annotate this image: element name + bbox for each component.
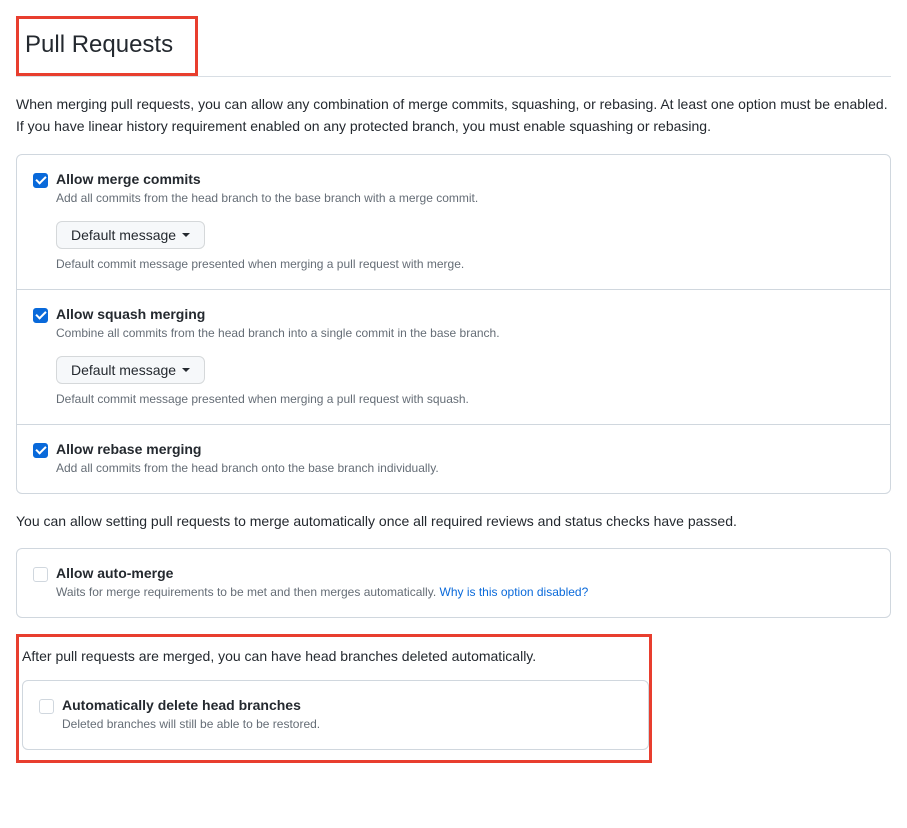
title-divider — [16, 76, 891, 77]
merge-commits-row: Allow merge commits Add all commits from… — [17, 155, 890, 290]
merge-methods-intro: When merging pull requests, you can allo… — [16, 93, 891, 138]
auto-merge-intro: You can allow setting pull requests to m… — [16, 510, 891, 532]
allow-squash-merging-label: Allow squash merging — [56, 306, 874, 322]
squash-commit-message-dropdown[interactable]: Default message — [56, 356, 205, 384]
allow-rebase-merging-desc: Add all commits from the head branch ont… — [56, 459, 874, 477]
auto-delete-box: Automatically delete head branches Delet… — [22, 680, 649, 750]
squash-commit-message-note: Default commit message presented when me… — [56, 390, 874, 408]
allow-rebase-merging-checkbox[interactable] — [33, 443, 48, 458]
auto-delete-branches-desc: Deleted branches will still be able to b… — [62, 715, 632, 733]
caret-down-icon — [182, 233, 190, 237]
allow-rebase-merging-label: Allow rebase merging — [56, 441, 874, 457]
squash-merging-row: Allow squash merging Combine all commits… — [17, 290, 890, 425]
allow-merge-commits-checkbox[interactable] — [33, 173, 48, 188]
allow-merge-commits-label: Allow merge commits — [56, 171, 874, 187]
merge-methods-box: Allow merge commits Add all commits from… — [16, 154, 891, 494]
caret-down-icon — [182, 368, 190, 372]
highlighted-title-region: Pull Requests — [16, 16, 198, 76]
allow-merge-commits-desc: Add all commits from the head branch to … — [56, 189, 874, 207]
allow-auto-merge-checkbox[interactable] — [33, 567, 48, 582]
allow-squash-merging-desc: Combine all commits from the head branch… — [56, 324, 874, 342]
allow-auto-merge-desc: Waits for merge requirements to be met a… — [56, 583, 874, 601]
dropdown-label: Default message — [71, 362, 176, 378]
merge-commit-message-dropdown[interactable]: Default message — [56, 221, 205, 249]
auto-delete-row: Automatically delete head branches Delet… — [23, 681, 648, 749]
auto-delete-branches-label: Automatically delete head branches — [62, 697, 632, 713]
why-disabled-link[interactable]: Why is this option disabled? — [440, 585, 589, 599]
rebase-merging-row: Allow rebase merging Add all commits fro… — [17, 425, 890, 493]
allow-auto-merge-label: Allow auto-merge — [56, 565, 874, 581]
allow-squash-merging-checkbox[interactable] — [33, 308, 48, 323]
auto-delete-branches-checkbox[interactable] — [39, 699, 54, 714]
merge-commit-message-note: Default commit message presented when me… — [56, 255, 874, 273]
auto-merge-box: Allow auto-merge Waits for merge require… — [16, 548, 891, 618]
highlighted-auto-delete-region: After pull requests are merged, you can … — [16, 634, 652, 762]
auto-merge-row: Allow auto-merge Waits for merge require… — [17, 549, 890, 617]
section-title: Pull Requests — [25, 31, 173, 59]
auto-delete-intro: After pull requests are merged, you can … — [22, 645, 643, 667]
dropdown-label: Default message — [71, 227, 176, 243]
